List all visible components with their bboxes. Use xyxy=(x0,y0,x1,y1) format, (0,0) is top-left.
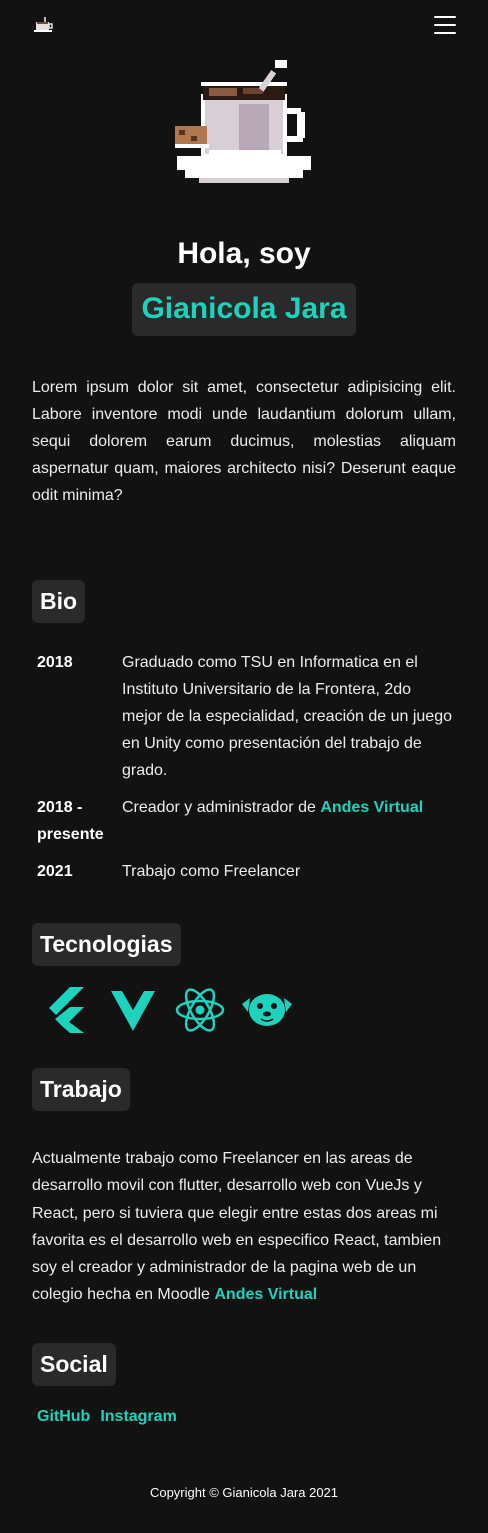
bio-text: Trabajo como Freelancer xyxy=(122,863,301,880)
greeting-heading: Hola, soy xyxy=(177,237,311,270)
navbar xyxy=(0,0,488,50)
pixel-coffee-cup-icon xyxy=(0,60,488,188)
pug-icon xyxy=(241,984,293,1036)
tech-icon-list xyxy=(40,984,456,1036)
bio-text: Creador y administrador de Andes Virtual xyxy=(122,794,455,848)
bio-row: 2018 Graduado como TSU en Informatica en… xyxy=(37,649,455,784)
andes-virtual-link[interactable]: Andes Virtual xyxy=(320,799,423,816)
github-link[interactable]: GitHub xyxy=(37,1408,90,1426)
social-heading: Social xyxy=(32,1342,116,1386)
react-icon xyxy=(174,984,226,1036)
bio-year: 2021 xyxy=(37,863,73,880)
name-badge: Gianicola Jara xyxy=(132,283,356,336)
bio-row: 2021 Trabajo como Freelancer xyxy=(37,858,455,885)
footer-copyright: Copyright © Gianicola Jara 2021 xyxy=(149,1485,339,1500)
flutter-icon xyxy=(40,984,92,1036)
instagram-link[interactable]: Instagram xyxy=(100,1408,176,1426)
intro-paragraph: Lorem ipsum dolor sit amet, consectetur … xyxy=(32,379,456,504)
work-heading: Trabajo xyxy=(32,1068,130,1111)
hamburger-menu-icon[interactable] xyxy=(434,16,456,34)
work-text-content: Actualmente trabajo como Freelancer en l… xyxy=(32,1150,442,1304)
vue-icon xyxy=(107,984,159,1036)
social-section: Social GitHub Instagram xyxy=(32,1342,456,1426)
bio-section: Bio 2018 Graduado como TSU en Informatic… xyxy=(32,580,456,885)
work-paragraph: Actualmente trabajo como Freelancer en l… xyxy=(32,1145,456,1309)
social-links: GitHub Instagram xyxy=(37,1408,456,1426)
bio-year: 2018 - presente xyxy=(37,799,104,843)
bio-timeline: 2018 Graduado como TSU en Informatica en… xyxy=(37,649,455,885)
coffee-cup-icon[interactable] xyxy=(34,16,54,34)
tech-section: Tecnologias xyxy=(32,923,456,1036)
bio-row: 2018 - presente Creador y administrador … xyxy=(37,794,455,848)
andes-virtual-link[interactable]: Andes Virtual xyxy=(214,1286,317,1303)
bio-heading: Bio xyxy=(32,580,86,623)
bio-year: 2018 xyxy=(37,654,73,671)
tech-heading: Tecnologias xyxy=(32,923,181,966)
bio-text: Graduado como TSU en Informatica en el I… xyxy=(122,654,452,779)
work-section: Trabajo Actualmente trabajo como Freelan… xyxy=(32,1068,456,1309)
bio-text-content: Creador y administrador de xyxy=(122,799,321,816)
